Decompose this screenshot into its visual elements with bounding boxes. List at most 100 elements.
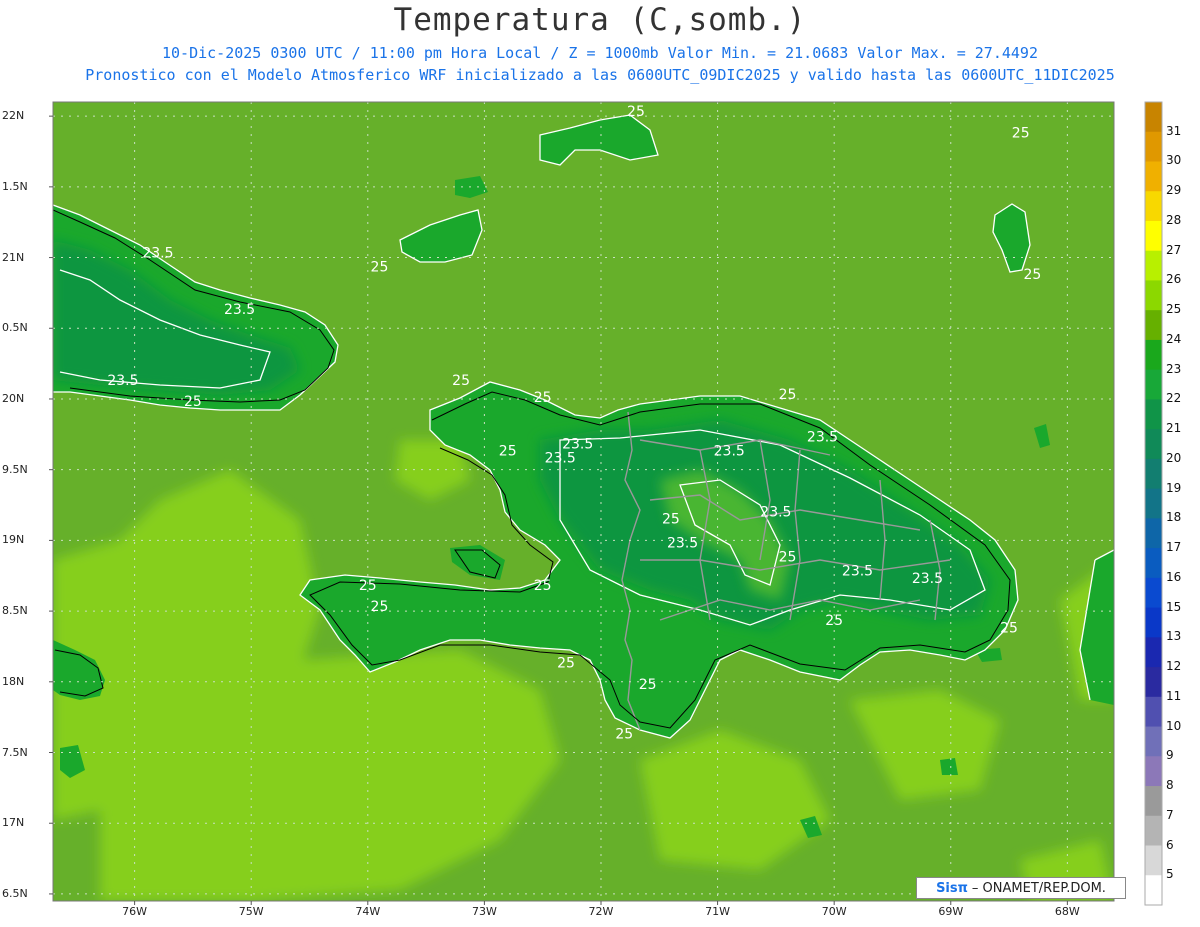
- colorbar-label: 9: [1166, 748, 1174, 763]
- colorbar-label: 21: [1166, 421, 1182, 436]
- contour-label: 25: [184, 394, 202, 410]
- map-subtitle-model: Pronostico con el Modelo Atmosferico WRF…: [85, 66, 1115, 84]
- colorbar-swatch: [1145, 399, 1162, 430]
- contour-label: 23.5: [545, 451, 576, 467]
- contour-label: 25: [1023, 267, 1041, 283]
- y-tick-label: 17N: [2, 816, 25, 830]
- sispi-logo: Sisπ: [936, 880, 968, 896]
- colorbar-swatch: [1145, 845, 1162, 876]
- colorbar-label: 10: [1166, 718, 1182, 733]
- colorbar-label: 6: [1166, 837, 1174, 852]
- contour-label: 25: [371, 260, 389, 276]
- colorbar-swatch: [1145, 191, 1162, 222]
- y-tick-label: 6.5N: [2, 886, 28, 900]
- colorbar-swatch: [1145, 667, 1162, 698]
- colorbar-swatch: [1145, 250, 1162, 281]
- x-tick-label: 75W: [238, 905, 264, 918]
- map-title: Temperatura (C,somb.): [393, 2, 807, 38]
- colorbar-label: 23: [1166, 361, 1182, 376]
- colorbar-swatch: [1145, 131, 1162, 162]
- colorbar-swatch: [1145, 726, 1162, 757]
- y-tick-label: 9.5N: [2, 462, 28, 476]
- contour-label: 25: [639, 677, 657, 693]
- colorbar-label: 24: [1166, 331, 1182, 346]
- contour-label: 25: [825, 613, 843, 629]
- contour-label: 23.5: [142, 246, 173, 262]
- contour-label: 25: [1000, 620, 1018, 636]
- colorbar-swatch: [1145, 161, 1162, 192]
- contour-label: 25: [627, 104, 645, 120]
- colorbar-label: 26: [1166, 272, 1182, 287]
- colorbar-label: 5: [1166, 867, 1174, 882]
- colorbar-swatch: [1145, 429, 1162, 460]
- y-tick-label: 0.5N: [2, 321, 28, 335]
- colorbar-label: 22: [1166, 391, 1182, 406]
- contour-label: 23.5: [842, 564, 873, 580]
- colorbar-label: 16: [1166, 569, 1182, 584]
- colorbar-label: 27: [1166, 242, 1182, 257]
- contour-label: 23.5: [912, 571, 943, 587]
- contour-label: 23.5: [760, 504, 791, 520]
- contour-label: 25: [534, 390, 552, 406]
- colorbar-label: 13: [1166, 629, 1182, 644]
- colorbar-label: 7: [1166, 807, 1174, 822]
- colorbar-swatch: [1145, 875, 1162, 906]
- contour-label: 25: [615, 726, 633, 742]
- temperature-map: 25 23.5 23.5 23.5 25 25 25 25 25 25 25 23.5 23.5 25 23…: [49, 101, 1163, 906]
- contour-label: 23.5: [807, 429, 838, 445]
- colorbar-swatch: [1145, 310, 1162, 341]
- credit-box: Sisπ – ONAMET/REP.DOM.: [916, 877, 1126, 899]
- contour-label: 25: [557, 656, 575, 672]
- contour-label: 25: [1012, 125, 1030, 141]
- colorbar-label: 31: [1166, 123, 1182, 138]
- contour-label: 25: [779, 387, 797, 403]
- x-tick-label: 72W: [588, 905, 614, 918]
- contour-label: 25: [534, 578, 552, 594]
- colorbar-swatch: [1145, 786, 1162, 817]
- y-tick-label: 19N: [2, 533, 25, 547]
- contour-label: 25: [359, 578, 377, 594]
- colorbar-label: 30: [1166, 153, 1182, 168]
- x-tick-label: 70W: [821, 905, 847, 918]
- colorbar: [1144, 101, 1163, 906]
- y-tick-label: 18N: [2, 674, 25, 688]
- islet: [940, 758, 958, 775]
- colorbar-label: 11: [1166, 688, 1182, 703]
- colorbar-label: 12: [1166, 659, 1182, 674]
- colorbar-label: 25: [1166, 302, 1182, 317]
- colorbar-swatch: [1145, 369, 1162, 400]
- y-tick-label: 1.5N: [2, 179, 28, 193]
- contour-label: 25: [662, 511, 680, 527]
- colorbar-swatch: [1145, 607, 1162, 638]
- colorbar-swatch: [1145, 220, 1162, 252]
- colorbar-label: 17: [1166, 540, 1182, 555]
- colorbar-swatch: [1145, 696, 1162, 728]
- colorbar-swatch: [1145, 637, 1162, 668]
- colorbar-label: 28: [1166, 212, 1182, 227]
- contour-label: 23.5: [224, 302, 255, 318]
- x-tick-label: 71W: [705, 905, 731, 918]
- y-tick-label: 8.5N: [2, 604, 28, 618]
- contour-label: 25: [371, 599, 389, 615]
- x-tick-label: 68W: [1054, 905, 1080, 918]
- map-subtitle-time: 10-Dic-2025 0300 UTC / 11:00 pm Hora Loc…: [162, 44, 1038, 62]
- colorbar-swatch: [1145, 102, 1162, 133]
- colorbar-label: 18: [1166, 510, 1182, 525]
- colorbar-swatch: [1145, 756, 1162, 787]
- colorbar-label: 15: [1166, 599, 1182, 614]
- colorbar-swatch: [1145, 815, 1162, 847]
- credit-text: – ONAMET/REP.DOM.: [971, 880, 1106, 896]
- colorbar-label: 8: [1166, 778, 1174, 793]
- colorbar-swatch: [1145, 577, 1162, 609]
- x-tick-label: 76W: [122, 905, 148, 918]
- contour-label: 25: [452, 373, 470, 389]
- colorbar-swatch: [1145, 280, 1162, 311]
- contour-label: 25: [779, 550, 797, 566]
- contour-label: 23.5: [714, 444, 745, 460]
- colorbar-label: 29: [1166, 183, 1182, 198]
- x-tick-label: 69W: [938, 905, 964, 918]
- colorbar-label: 20: [1166, 450, 1182, 465]
- y-tick-label: 21N: [2, 250, 25, 264]
- colorbar-swatch: [1145, 548, 1162, 579]
- x-tick-label: 73W: [471, 905, 497, 918]
